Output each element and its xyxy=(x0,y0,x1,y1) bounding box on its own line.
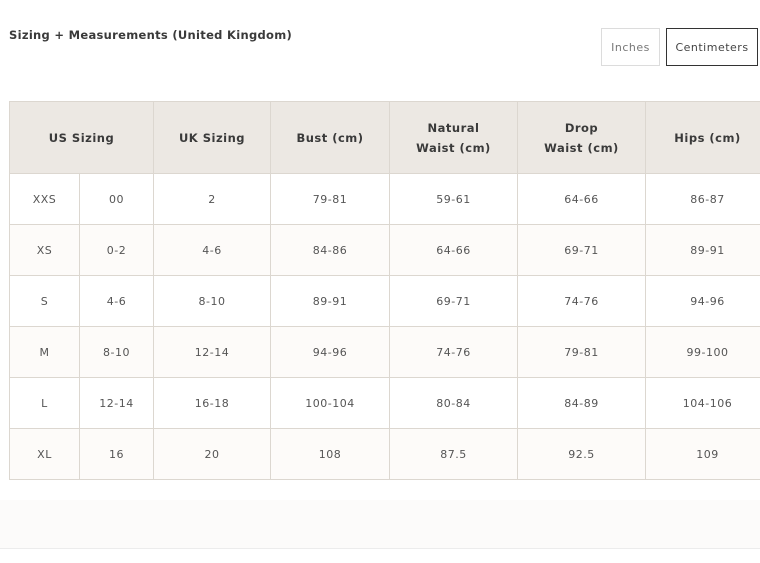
header-natural-waist: Natural Waist (cm) xyxy=(389,101,518,174)
centimeters-button[interactable]: Centimeters xyxy=(666,28,758,66)
footer-band xyxy=(0,500,760,549)
cell-uk: 8-10 xyxy=(153,275,271,327)
cell-uk: 2 xyxy=(153,173,271,225)
cell-hips: 99-100 xyxy=(645,326,760,378)
cell-us-letter: M xyxy=(9,326,80,378)
cell-uk: 4-6 xyxy=(153,224,271,276)
table-row: XS 0-2 4-6 84-86 64-66 69-71 89-91 xyxy=(9,224,760,276)
cell-us-letter: XXS xyxy=(9,173,80,225)
cell-us-number: 12-14 xyxy=(79,377,154,429)
cell-bust: 94-96 xyxy=(270,326,390,378)
cell-natural-waist: 80-84 xyxy=(389,377,518,429)
cell-natural-waist: 64-66 xyxy=(389,224,518,276)
cell-hips: 94-96 xyxy=(645,275,760,327)
header-natural-waist-line2: Waist (cm) xyxy=(416,140,491,155)
cell-natural-waist: 69-71 xyxy=(389,275,518,327)
cell-drop-waist: 74-76 xyxy=(517,275,646,327)
cell-us-letter: XS xyxy=(9,224,80,276)
cell-bust: 100-104 xyxy=(270,377,390,429)
cell-hips: 109 xyxy=(645,428,760,480)
header-drop-waist: Drop Waist (cm) xyxy=(517,101,646,174)
cell-uk: 20 xyxy=(153,428,271,480)
unit-toggle: Inches Centimeters xyxy=(601,28,758,66)
cell-us-number: 00 xyxy=(79,173,154,225)
cell-uk: 12-14 xyxy=(153,326,271,378)
inches-button[interactable]: Inches xyxy=(601,28,660,66)
table-header-row: US Sizing UK Sizing Bust (cm) Natural Wa… xyxy=(9,101,760,174)
cell-us-letter: L xyxy=(9,377,80,429)
page-title: Sizing + Measurements (United Kingdom) xyxy=(9,28,293,42)
cell-us-number: 4-6 xyxy=(79,275,154,327)
table-row: XL 16 20 108 87.5 92.5 109 xyxy=(9,428,760,480)
table-row: XXS 00 2 79-81 59-61 64-66 86-87 xyxy=(9,173,760,225)
cell-drop-waist: 79-81 xyxy=(517,326,646,378)
cell-drop-waist: 84-89 xyxy=(517,377,646,429)
size-table-container: US Sizing UK Sizing Bust (cm) Natural Wa… xyxy=(9,101,760,480)
cell-hips: 89-91 xyxy=(645,224,760,276)
header-us-sizing: US Sizing xyxy=(9,101,154,174)
cell-natural-waist: 87.5 xyxy=(389,428,518,480)
header-drop-waist-line1: Drop xyxy=(564,120,599,135)
cell-us-letter: XL xyxy=(9,428,80,480)
header-uk-sizing: UK Sizing xyxy=(153,101,271,174)
cell-drop-waist: 64-66 xyxy=(517,173,646,225)
header-drop-waist-line2: Waist (cm) xyxy=(544,140,619,155)
cell-hips: 86-87 xyxy=(645,173,760,225)
size-table: US Sizing UK Sizing Bust (cm) Natural Wa… xyxy=(9,101,760,480)
cell-us-letter: S xyxy=(9,275,80,327)
cell-bust: 84-86 xyxy=(270,224,390,276)
table-row: L 12-14 16-18 100-104 80-84 84-89 104-10… xyxy=(9,377,760,429)
header-hips: Hips (cm) xyxy=(645,101,760,174)
cell-us-number: 8-10 xyxy=(79,326,154,378)
cell-bust: 89-91 xyxy=(270,275,390,327)
cell-natural-waist: 59-61 xyxy=(389,173,518,225)
cell-uk: 16-18 xyxy=(153,377,271,429)
cell-us-number: 0-2 xyxy=(79,224,154,276)
cell-natural-waist: 74-76 xyxy=(389,326,518,378)
cell-bust: 79-81 xyxy=(270,173,390,225)
cell-drop-waist: 92.5 xyxy=(517,428,646,480)
cell-bust: 108 xyxy=(270,428,390,480)
cell-us-number: 16 xyxy=(79,428,154,480)
header-bust: Bust (cm) xyxy=(270,101,390,174)
cell-drop-waist: 69-71 xyxy=(517,224,646,276)
table-row: S 4-6 8-10 89-91 69-71 74-76 94-96 xyxy=(9,275,760,327)
table-row: M 8-10 12-14 94-96 74-76 79-81 99-100 xyxy=(9,326,760,378)
cell-hips: 104-106 xyxy=(645,377,760,429)
header-natural-waist-line1: Natural xyxy=(427,120,480,135)
